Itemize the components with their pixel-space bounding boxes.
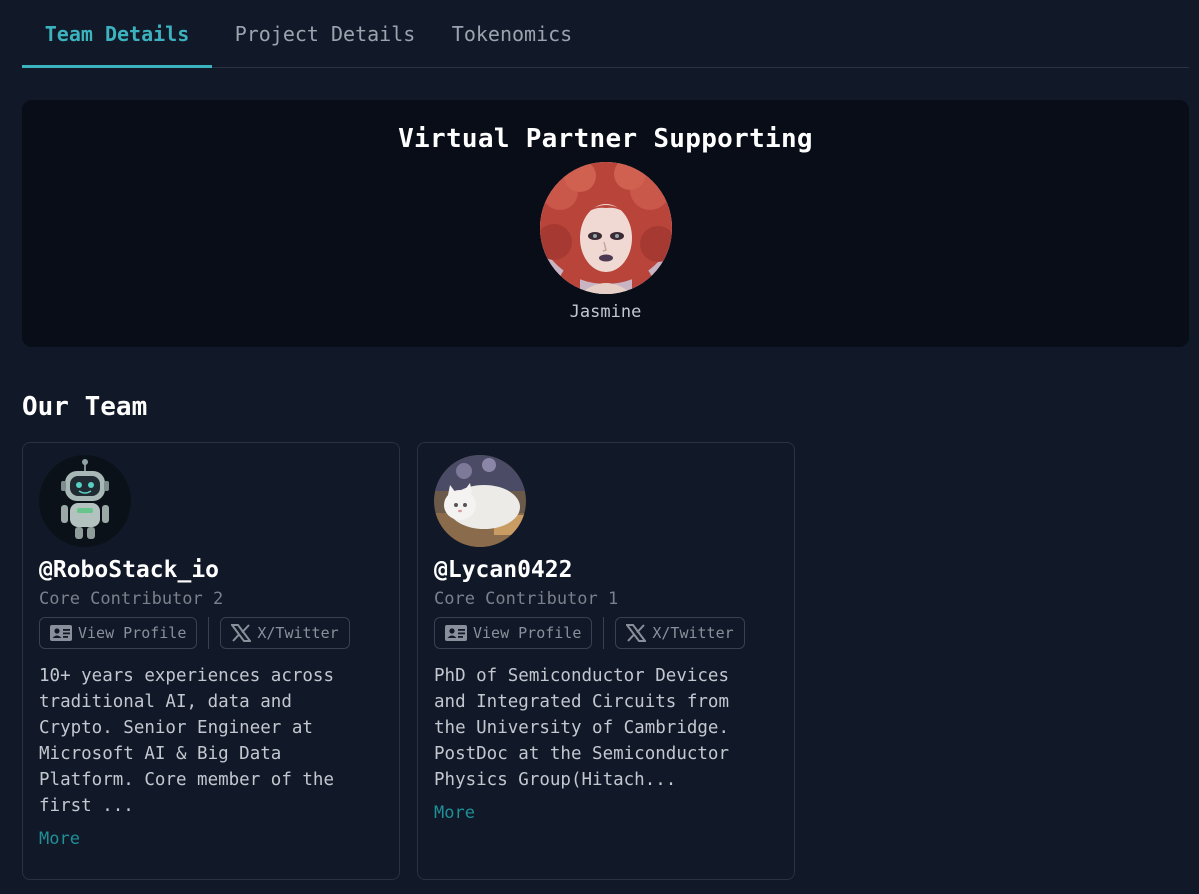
member-role: Core Contributor 2 bbox=[39, 589, 224, 609]
view-profile-button[interactable]: View Profile bbox=[39, 617, 198, 649]
virtual-partner-panel: Virtual Partner Supporting Jasmine bbox=[22, 100, 1189, 347]
partner-name: Jasmine bbox=[569, 302, 642, 322]
view-profile-label: View Profile bbox=[473, 624, 582, 642]
member-handle: @RoboStack_io bbox=[39, 557, 220, 583]
partner-avatar[interactable] bbox=[539, 162, 672, 294]
partner-avatar-image bbox=[539, 162, 672, 294]
member-links: View Profile X/Twitter bbox=[39, 617, 383, 649]
member-role: Core Contributor 1 bbox=[434, 589, 619, 609]
member-links: View Profile X/Twitter bbox=[434, 617, 778, 649]
more-link[interactable]: More bbox=[434, 803, 778, 823]
divider bbox=[208, 617, 210, 649]
view-profile-button[interactable]: View Profile bbox=[434, 617, 593, 649]
robot-avatar bbox=[39, 455, 131, 547]
cat-avatar bbox=[434, 455, 526, 547]
tab-team-details[interactable]: Team Details bbox=[22, 0, 212, 68]
tab-tokenomics[interactable]: Tokenomics bbox=[438, 0, 586, 67]
twitter-label: X/Twitter bbox=[257, 624, 339, 642]
partner-title: Virtual Partner Supporting bbox=[398, 124, 813, 154]
tab-bar: Team Details Project Details Tokenomics bbox=[22, 0, 1189, 68]
twitter-label: X/Twitter bbox=[652, 624, 734, 642]
member-handle: @Lycan0422 bbox=[434, 557, 573, 583]
id-card-icon bbox=[50, 625, 72, 641]
twitter-button[interactable]: X/Twitter bbox=[615, 617, 745, 649]
x-twitter-icon bbox=[626, 624, 647, 642]
divider bbox=[603, 617, 605, 649]
robot-avatar-image bbox=[39, 455, 131, 547]
id-card-icon bbox=[445, 625, 467, 641]
team-card: @Lycan0422 Core Contributor 1 View Profi… bbox=[417, 442, 795, 880]
cat-avatar-image bbox=[434, 455, 526, 547]
x-twitter-icon bbox=[231, 624, 252, 642]
member-description: 10+ years experiences across traditional… bbox=[39, 666, 335, 816]
page: Team Details Project Details Tokenomics … bbox=[0, 0, 1199, 894]
tab-project-details[interactable]: Project Details bbox=[212, 0, 438, 67]
twitter-button[interactable]: X/Twitter bbox=[220, 617, 350, 649]
member-description: PhD of Semiconductor Devices and Integra… bbox=[434, 666, 730, 790]
view-profile-label: View Profile bbox=[78, 624, 187, 642]
team-card: @RoboStack_io Core Contributor 2 View Pr… bbox=[22, 442, 400, 880]
more-link[interactable]: More bbox=[39, 829, 383, 849]
team-heading: Our Team bbox=[22, 392, 148, 422]
